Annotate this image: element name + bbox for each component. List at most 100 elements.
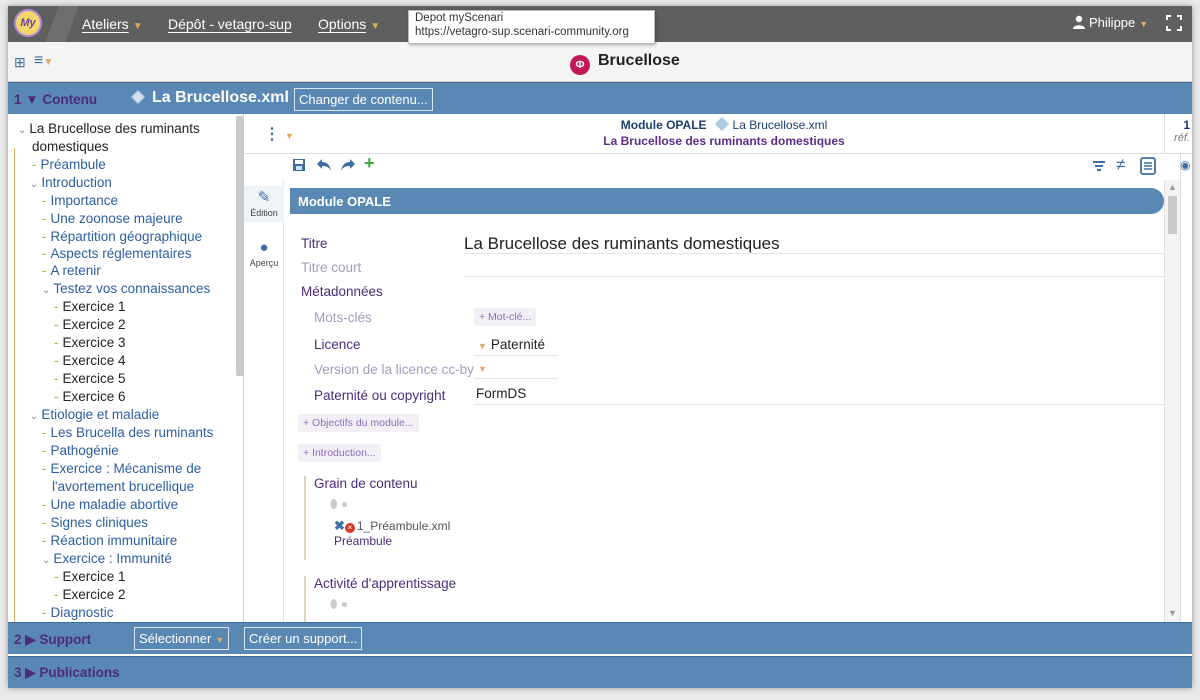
more-actions-icon[interactable]: ⋮ ▼ [264, 124, 294, 144]
tree-item-label: Exercice 1 [62, 569, 126, 584]
editor-heading-line1: Module OPALE La Brucellose.xml [594, 116, 854, 133]
tree-item-label: A retenir [50, 263, 101, 278]
titre-field[interactable]: La Brucellose des ruminants domestiques [464, 234, 780, 254]
grain-placeholder-icons[interactable]: ⬮ ● [314, 497, 504, 512]
scrollbar-thumb[interactable] [1168, 196, 1177, 234]
tree-item[interactable]: - Exercice 5 [54, 370, 126, 387]
tree-item[interactable]: - Exercice : Mécanisme de [42, 460, 201, 477]
chevron-down-icon: ▼ [478, 341, 487, 351]
tab-edition[interactable]: ✎ Édition [244, 186, 284, 222]
select-support-button[interactable]: Sélectionner ▼ [134, 627, 230, 650]
eye-icon[interactable]: ◉ [1180, 158, 1190, 172]
grain-file-ref[interactable]: ✖ × 1_Préambule.xml [314, 518, 504, 534]
tree-item-continued[interactable]: l'avortement brucellique [52, 478, 194, 495]
tree-item-label: Pathogénie [50, 443, 119, 458]
chevron-down-icon: ⌄ [30, 411, 39, 422]
tree-item[interactable]: ⌄ Exercice : Immunité [42, 550, 172, 569]
add-keyword-button[interactable]: + Mot-clé... [474, 308, 537, 326]
tree-view-icon[interactable]: ⊞ [14, 54, 26, 71]
chevron-down-icon: ⌄ [42, 555, 51, 566]
tree-item[interactable]: - Diagnostic [42, 604, 114, 621]
tree-item[interactable]: - Répartition géographique [42, 228, 202, 245]
chevron-down-icon: ▼ [215, 635, 225, 645]
tree-item[interactable]: - Exercice 1 [54, 568, 126, 585]
menu-options[interactable]: Options ▼ [318, 16, 380, 32]
titre-label: Titre [301, 236, 328, 251]
tree-item-label: Importance [50, 193, 119, 208]
save-icon[interactable] [292, 158, 306, 176]
section-contenu-toggle[interactable]: 1 ▼ Contenu [14, 92, 97, 107]
tree-item-label: Exercice : Immunité [53, 551, 172, 566]
grain-label: Grain de contenu [314, 476, 418, 491]
tree-item[interactable]: - Exercice 6 [54, 388, 126, 405]
menu-ateliers-label: Ateliers [82, 16, 129, 32]
tree-item[interactable]: ⌄ Introduction [30, 174, 112, 193]
fullscreen-icon[interactable] [1166, 15, 1182, 31]
tree-item[interactable]: ⌄ Testez vos connaissances [42, 280, 210, 299]
pen-icon: ✎ [257, 189, 271, 206]
divider [474, 404, 1164, 405]
user-menu[interactable]: Philippe ▼ [1072, 15, 1148, 30]
scroll-down-icon[interactable]: ▼ [1168, 608, 1177, 618]
licence-select[interactable]: ▼ Paternité [478, 337, 545, 352]
tree-item[interactable]: - Aspects réglementaires [42, 245, 192, 262]
user-name: Philippe [1089, 15, 1136, 30]
tree-item[interactable]: - Exercice 1 [54, 298, 126, 315]
tree-item[interactable]: - Exercice 4 [54, 352, 126, 369]
add-icon[interactable]: + [364, 154, 375, 172]
editor-scrollbar[interactable]: ▲ ▼ [1164, 180, 1180, 622]
tree-item[interactable]: - Une zoonose majeure [42, 210, 183, 227]
references-counter[interactable]: 1 réf. [1168, 118, 1190, 144]
menu-options-label: Options [318, 16, 367, 32]
titre-court-field[interactable] [464, 276, 1164, 277]
editor-toolbar: + ≠ [284, 154, 1192, 180]
tab-edition-label: Édition [250, 208, 278, 218]
chevron-down-icon: ▼ [132, 21, 143, 32]
tree-item[interactable]: - Exercice 2 [54, 586, 126, 603]
undo-icon[interactable] [316, 158, 332, 176]
tree-root[interactable]: ⌄ La Brucellose des ruminants [18, 120, 200, 139]
content-tree: ⌄ La Brucellose des ruminants domestiques… [8, 114, 244, 622]
divider [474, 355, 558, 356]
tree-item[interactable]: ⌄ Etiologie et maladie [30, 406, 159, 425]
editor-content: Module OPALE Titre La Brucellose des rum… [284, 180, 1164, 622]
chevron-down-icon: ▼ [478, 364, 487, 374]
tree-item[interactable]: - Une maladie abortive [42, 496, 178, 513]
top-bar: My Ateliers ▼ Dépôt - vetagro-sup Options… [8, 6, 1192, 44]
section-publications-toggle[interactable]: 3 ▶ Publications [14, 665, 120, 681]
app-logo[interactable]: My [14, 9, 42, 37]
tree-item[interactable]: - Signes cliniques [42, 514, 148, 531]
menu-ateliers[interactable]: Ateliers ▼ [82, 16, 143, 32]
tree-item[interactable]: - Exercice 3 [54, 334, 126, 351]
section-support-toggle[interactable]: 2 ▶ Support [14, 632, 91, 648]
activite-placeholder-icons[interactable]: ⬮ ● [314, 597, 504, 612]
tree-item[interactable]: - Préambule [32, 156, 106, 173]
form-view-icon[interactable] [1140, 157, 1156, 179]
titre-court-label: Titre court [301, 260, 362, 275]
redo-icon[interactable] [340, 158, 356, 176]
tab-apercu[interactable]: ● Aperçu [244, 236, 284, 272]
scroll-up-icon[interactable]: ▲ [1168, 182, 1177, 192]
change-content-button[interactable]: Changer de contenu... [294, 88, 433, 111]
tree-item[interactable]: - Réaction immunitaire [42, 532, 177, 549]
activite-group: Activité d'apprentissage ⬮ ● [304, 576, 504, 622]
diff-icon[interactable]: ≠ [1116, 156, 1125, 173]
add-introduction-button[interactable]: + Introduction... [298, 444, 381, 462]
tree-item[interactable]: - Pathogénie [42, 442, 119, 459]
tree-item[interactable]: - Importance [42, 192, 118, 209]
error-icon: × [344, 523, 355, 533]
tree-item[interactable]: -A retenir [42, 262, 101, 279]
hamburger-menu-icon[interactable]: ≡▼ [34, 52, 53, 70]
tree-scrollbar[interactable] [236, 116, 244, 376]
create-support-button[interactable]: Créer un support... [244, 627, 363, 650]
menu-depot[interactable]: Dépôt - vetagro-sup [168, 16, 292, 32]
module-header: Module OPALE [290, 188, 1164, 214]
add-objectifs-button[interactable]: + Objectifs du module... [298, 414, 419, 432]
grain-group: Grain de contenu ⬮ ● ✖ × 1_Préambule.xml P… [304, 476, 504, 560]
file-cube-icon [714, 116, 729, 132]
paternite-field[interactable]: FormDS [476, 386, 526, 401]
tree-item[interactable]: - Exercice 2 [54, 316, 126, 333]
tree-item[interactable]: - Les Brucella des ruminants [42, 424, 213, 441]
version-licence-select[interactable]: ▼ [478, 360, 487, 375]
filter-icon[interactable] [1092, 159, 1106, 177]
